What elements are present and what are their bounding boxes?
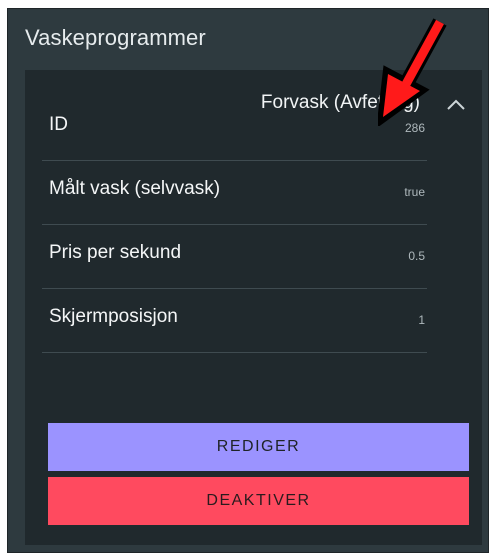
- detail-row-measured-wash: Målt vask (selvvask) true: [42, 161, 427, 225]
- detail-value: 1: [418, 313, 425, 327]
- detail-row-id: ID 286: [42, 97, 427, 161]
- detail-row-screen-position: Skjermposisjon 1: [42, 289, 427, 353]
- detail-row-price-per-second: Pris per sekund 0.5: [42, 225, 427, 289]
- detail-label: Målt vask (selvvask): [49, 178, 221, 199]
- edit-button[interactable]: REDIGER: [48, 423, 469, 471]
- deactivate-button[interactable]: DEAKTIVER: [48, 477, 469, 525]
- detail-value: 0.5: [408, 249, 425, 263]
- chevron-up-icon[interactable]: [446, 99, 466, 111]
- detail-value: 286: [404, 121, 425, 135]
- page-title: Vaskeprogrammer: [25, 25, 206, 50]
- detail-list: ID 286 Målt vask (selvvask) true Pris pe…: [42, 97, 427, 353]
- detail-label: ID: [49, 114, 68, 135]
- detail-label: Pris per sekund: [49, 242, 182, 263]
- detail-value: true: [404, 185, 425, 199]
- detail-label: Skjermposisjon: [49, 306, 178, 327]
